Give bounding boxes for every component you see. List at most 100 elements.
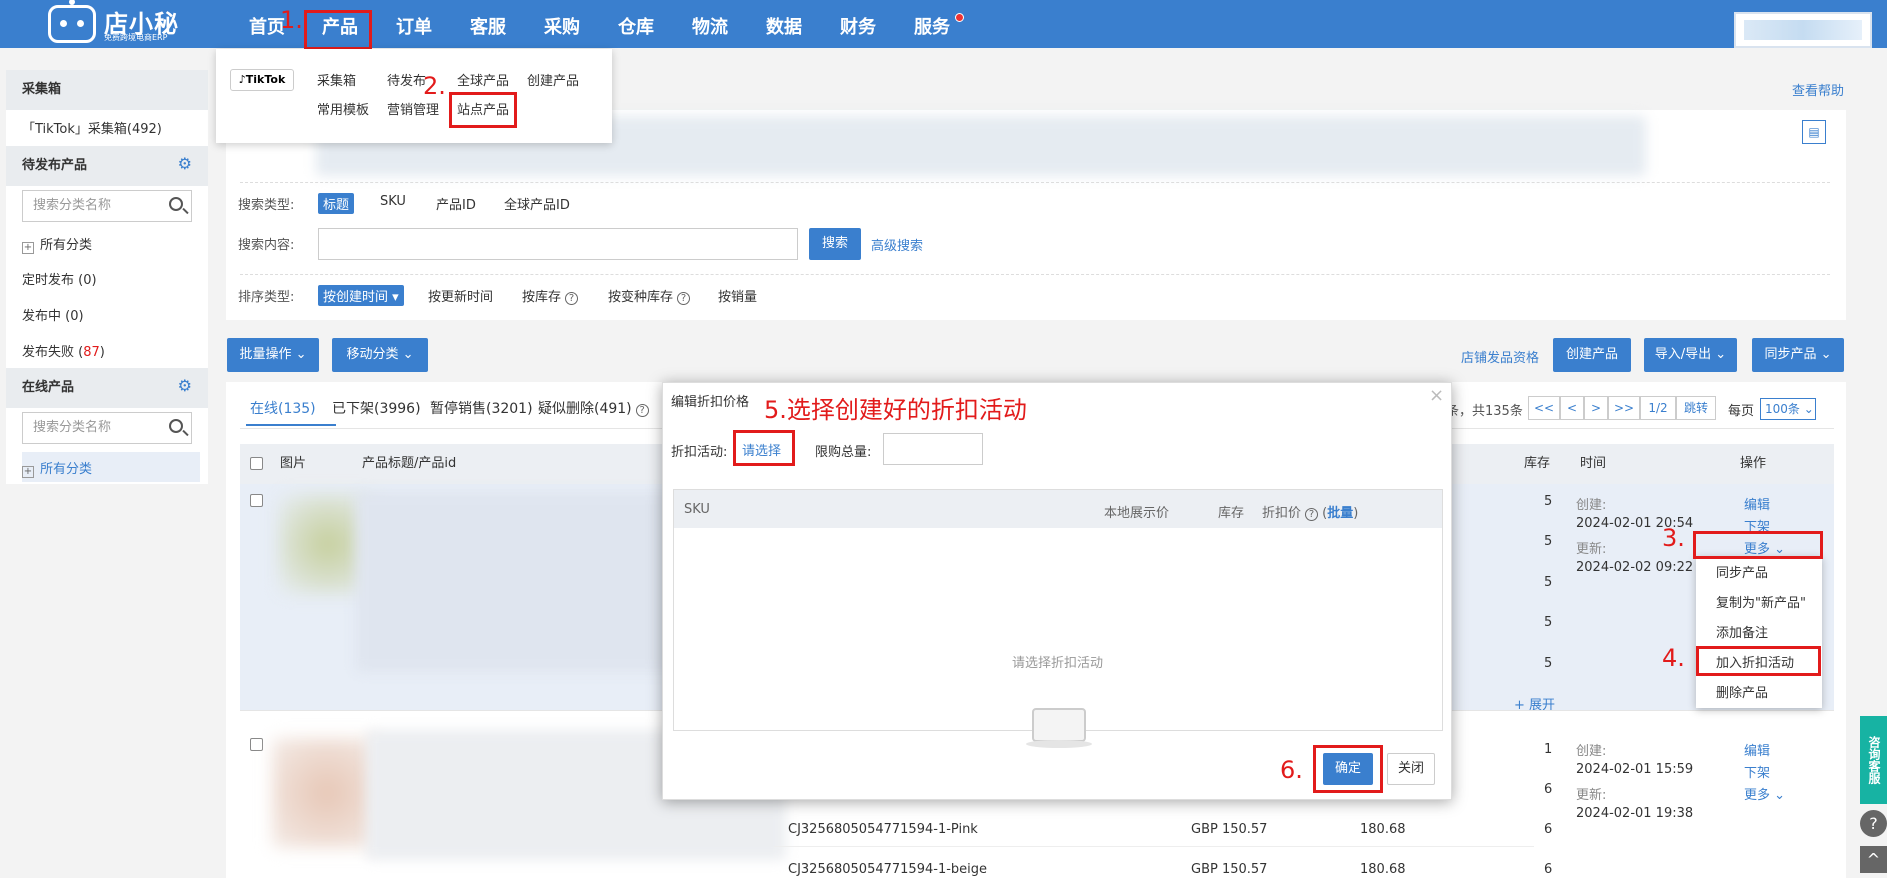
- col-stock: 库存: [1218, 506, 1245, 521]
- menu-sync-product[interactable]: 同步产品: [1716, 562, 1768, 581]
- help-link[interactable]: 查看帮助: [1792, 80, 1844, 99]
- select-all-checkbox[interactable]: [250, 457, 263, 470]
- advanced-search-link[interactable]: 高级搜索: [871, 235, 923, 254]
- nav-services[interactable]: 服务: [897, 0, 967, 48]
- more-link[interactable]: 更多 ⌄: [1744, 784, 1785, 803]
- empty-message: 请选择折扣活动: [1012, 656, 1104, 671]
- delist-link[interactable]: 下架: [1744, 762, 1770, 781]
- bulk-label: 批量操作: [239, 347, 292, 362]
- nav-orders[interactable]: 订单: [379, 0, 449, 48]
- move-category-button[interactable]: 移动分类 ⌄: [332, 338, 428, 372]
- pager-jump[interactable]: 跳转: [1676, 396, 1716, 420]
- menu-templates[interactable]: 常用模板: [317, 99, 369, 118]
- collapse-icon[interactable]: ▤: [1802, 120, 1826, 144]
- menu-global-products[interactable]: 全球产品: [457, 70, 509, 89]
- row1-stock-2: 5: [1544, 534, 1553, 549]
- nav-warehouse[interactable]: 仓库: [601, 0, 671, 48]
- gear-icon[interactable]: ⚙: [178, 154, 192, 173]
- tab-suspected-deleted[interactable]: 疑似删除(491)?: [538, 398, 649, 418]
- sort-by-sales[interactable]: 按销量: [718, 286, 757, 305]
- bulk-actions-button[interactable]: 批量操作 ⌄: [227, 338, 319, 372]
- question-icon[interactable]: ?: [635, 404, 649, 417]
- updated-label: 更新:: [1576, 788, 1607, 803]
- pager-prev[interactable]: <: [1560, 396, 1584, 420]
- help-icon[interactable]: ?: [1860, 810, 1887, 837]
- pager-last[interactable]: >>: [1608, 396, 1640, 420]
- sidebar-item-publishing[interactable]: 发布中 (0): [22, 305, 84, 324]
- pending-category-search[interactable]: 搜索分类名称: [22, 190, 192, 222]
- robot-logo-icon: [48, 0, 96, 43]
- consult-service-button[interactable]: 咨询客服: [1860, 716, 1887, 804]
- online-category-search[interactable]: 搜索分类名称: [22, 412, 192, 444]
- row2-stock-1: 1: [1544, 742, 1553, 757]
- menu-copy-as-new[interactable]: 复制为"新产品": [1716, 592, 1806, 611]
- import-export-button[interactable]: 导入/导出 ⌄: [1644, 338, 1737, 372]
- sort-by-created[interactable]: 按创建时间 ▾: [318, 285, 404, 306]
- sync-label: 同步产品: [1764, 347, 1817, 362]
- menu-delete-product[interactable]: 删除产品: [1716, 682, 1768, 701]
- col-stock: 库存: [1524, 456, 1551, 471]
- menu-pending[interactable]: 待发布: [387, 70, 426, 89]
- logo[interactable]: 店小秘 免费跨境电商ERP: [48, 0, 218, 46]
- tab-online[interactable]: 在线(135): [250, 398, 316, 418]
- sort-by-updated[interactable]: 按更新时间: [428, 286, 493, 305]
- left-sidebar: 采集箱 「TikTok」采集箱(492) 待发布产品 ⚙ 搜索分类名称 + 所有分…: [6, 70, 208, 484]
- search-type-title[interactable]: 标题: [318, 193, 355, 214]
- search-type-global-id[interactable]: 全球产品ID: [504, 194, 570, 213]
- account-area[interactable]: [1734, 12, 1872, 48]
- all-categories-label: 所有分类: [40, 238, 93, 253]
- bulk-link[interactable]: 批量: [1327, 506, 1353, 521]
- question-icon[interactable]: ?: [565, 292, 579, 305]
- sidebar-item-failed[interactable]: 发布失败 (87): [22, 341, 105, 360]
- tab-paused[interactable]: 暂停销售(3201): [430, 398, 533, 418]
- menu-marketing[interactable]: 营销管理: [387, 99, 439, 118]
- search-button[interactable]: 搜索: [809, 228, 861, 260]
- move-label: 移动分类: [346, 347, 399, 362]
- sidebar-item-online-all[interactable]: + 所有分类: [22, 458, 92, 478]
- sidebar-item-all-categories[interactable]: + 所有分类: [22, 234, 92, 254]
- close-icon[interactable]: ×: [1429, 385, 1444, 406]
- failed-label: 发布失败 (: [22, 345, 84, 360]
- sort-stock-label: 按库存: [522, 290, 562, 305]
- search-content-input[interactable]: [318, 228, 798, 260]
- nav-logistics[interactable]: 物流: [675, 0, 745, 48]
- row-checkbox[interactable]: [250, 738, 263, 751]
- search-icon[interactable]: [169, 419, 183, 433]
- close-button[interactable]: 关闭: [1387, 753, 1435, 785]
- gear-icon[interactable]: ⚙: [178, 376, 192, 395]
- create-product-button[interactable]: 创建产品: [1553, 338, 1631, 372]
- menu-collect-box[interactable]: 采集箱: [317, 70, 356, 89]
- sort-by-variant-stock[interactable]: 按变种库存?: [608, 286, 691, 305]
- sku-table: SKU 本地展示价 库存 折扣价? (批量) 请选择折扣活动: [673, 489, 1443, 748]
- search-type-sku[interactable]: SKU: [380, 194, 406, 209]
- menu-create-product[interactable]: 创建产品: [527, 70, 579, 89]
- nav-purchase[interactable]: 采购: [527, 0, 597, 48]
- shop-qualification-link[interactable]: 店铺发品资格: [1461, 347, 1539, 366]
- sidebar-item-tiktok-collect[interactable]: 「TikTok」采集箱(492): [22, 118, 162, 137]
- edit-link[interactable]: 编辑: [1744, 494, 1770, 513]
- tab-delisted[interactable]: 已下架(3996): [332, 398, 421, 418]
- limit-input[interactable]: [883, 433, 983, 465]
- expand-plus-icon[interactable]: +: [22, 242, 34, 254]
- tiktok-platform-tab[interactable]: ♪TikTok: [230, 69, 294, 91]
- search-type-product-id[interactable]: 产品ID: [436, 194, 476, 213]
- sync-product-button[interactable]: 同步产品 ⌄: [1752, 338, 1844, 372]
- nav-service[interactable]: 客服: [453, 0, 523, 48]
- question-icon[interactable]: ?: [677, 292, 691, 305]
- expand-plus-icon[interactable]: +: [22, 466, 34, 478]
- question-icon[interactable]: ?: [1305, 508, 1319, 521]
- back-to-top-icon[interactable]: ^: [1860, 846, 1887, 873]
- tiktok-icon: ♪: [238, 73, 246, 86]
- nav-data[interactable]: 数据: [749, 0, 819, 48]
- nav-finance[interactable]: 财务: [823, 0, 893, 48]
- created-time: 2024-02-01 15:59: [1576, 762, 1694, 777]
- menu-add-note[interactable]: 添加备注: [1716, 622, 1768, 641]
- per-page-select[interactable]: 100条 ⌄: [1760, 398, 1816, 420]
- search-icon[interactable]: [169, 197, 183, 211]
- edit-link[interactable]: 编辑: [1744, 740, 1770, 759]
- pager-first[interactable]: <<: [1528, 396, 1560, 420]
- row-checkbox[interactable]: [250, 494, 263, 507]
- sidebar-item-scheduled[interactable]: 定时发布 (0): [22, 269, 97, 288]
- pager-next[interactable]: >: [1584, 396, 1608, 420]
- sort-by-stock[interactable]: 按库存?: [522, 286, 579, 305]
